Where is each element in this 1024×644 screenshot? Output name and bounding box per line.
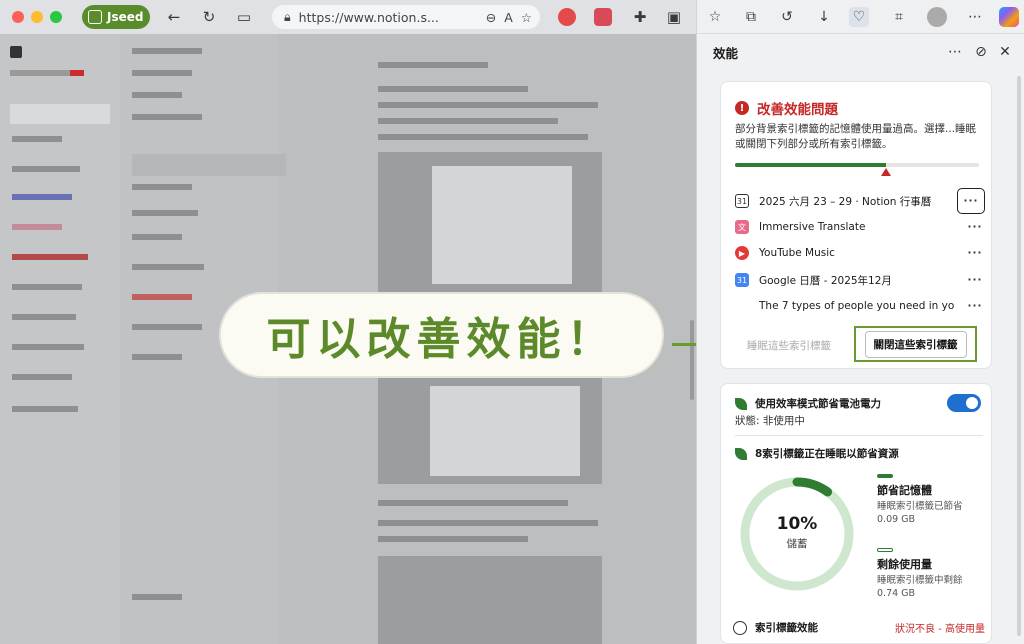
efficiency-toggle[interactable] (947, 394, 981, 412)
close-icon[interactable]: ✕ (995, 42, 1015, 62)
performance-heart-icon[interactable]: ♡ (849, 7, 869, 27)
panel-more-icon[interactable]: ⋯ (945, 42, 965, 62)
tab-performance-title: 索引標籤效能 (755, 622, 818, 634)
tab-item[interactable]: 31 Google 日曆 - 2025年12月 ··· (735, 269, 985, 291)
efficiency-status: 狀態: 非使用中 (735, 415, 805, 427)
panel-toolbar: ☆ ⧉ ↺ ↓ ♡ ⌗ ⋯ (697, 0, 1024, 34)
efficiency-title: 使用效率模式節省電池電力 (755, 398, 881, 410)
remaining-value: 0.74 GB (877, 588, 916, 599)
unpin-icon[interactable]: ⊘ (971, 42, 991, 62)
sleep-tabs-link[interactable]: 睡眠這些索引標籤 (747, 338, 831, 353)
memory-usage-fill (735, 163, 887, 167)
efficiency-header: 使用效率模式節省電池電力 (735, 396, 881, 411)
zoom-icon[interactable]: ⊖ (486, 10, 496, 25)
screenshot-icon[interactable]: ⌗ (889, 7, 909, 27)
read-aloud-icon[interactable]: A (504, 10, 513, 25)
warning-icon: ! (735, 101, 749, 115)
divider (735, 435, 983, 436)
avatar[interactable] (927, 7, 947, 27)
close-tabs-button[interactable]: 關閉這些索引標籤 (864, 330, 967, 358)
memory-usage-bar (735, 163, 979, 167)
sleep-leaf-icon (735, 447, 747, 460)
performance-issue-card: ! 改善效能問題 部分背景索引標籤的記憶體使用量過高。選擇...睡眠或關閉下列部… (720, 81, 992, 369)
calendar-icon: 31 (735, 194, 749, 208)
callout-bubble: 可以改善效能！ (219, 292, 664, 378)
tab-label: 2025 六月 23 – 29 · Notion 行事曆 (759, 195, 932, 208)
efficiency-card: 使用效率模式節省電池電力 狀態: 非使用中 8索引標籤正在睡眠以節省資源 10%… (720, 383, 992, 644)
battery-leaf-icon (735, 397, 747, 410)
remaining-legend: 剩餘使用量 睡眠索引標籤中剩餘 0.74 GB (877, 548, 987, 600)
profile-icon (88, 10, 102, 24)
tab-label: Google 日曆 - 2025年12月 (759, 274, 892, 287)
extension-icon-1[interactable] (558, 8, 576, 26)
savings-donut-chart (740, 477, 854, 591)
youtube-music-icon: ▶ (735, 246, 749, 260)
refresh-icon[interactable]: ↻ (198, 6, 220, 28)
notion-sidebar (0, 34, 120, 644)
tab-more-button[interactable]: ··· (965, 221, 985, 233)
saved-percent: 10% (776, 514, 818, 534)
tab-more-button[interactable]: ··· (965, 274, 985, 286)
url-text: https://www.notion.s... (298, 9, 439, 25)
memory-saved-title: 節省記憶體 (877, 484, 932, 497)
tab-label: Immersive Translate (759, 221, 866, 233)
google-calendar-icon: 31 (735, 273, 749, 287)
saved-swatch (877, 474, 893, 478)
gauge-icon (733, 620, 747, 635)
sleeping-tabs-header: 8索引標籤正在睡眠以節省資源 (735, 446, 899, 461)
minimize-window-button[interactable] (31, 11, 43, 23)
address-bar[interactable]: 🔒︎ https://www.notion.s... ⊖ A ☆ (272, 5, 540, 29)
performance-panel: ☆ ⧉ ↺ ↓ ♡ ⌗ ⋯ 效能 ⋯ ⊘ ✕ ! 改善效能問題 部分背景索引標籤… (696, 0, 1024, 644)
split-screen-icon[interactable]: ▣ (663, 6, 685, 28)
tab-more-button[interactable]: ··· (957, 188, 985, 214)
tab-item[interactable]: 31 2025 六月 23 – 29 · Notion 行事曆 ··· (735, 188, 985, 214)
extension-icon-2[interactable] (594, 8, 612, 26)
tab-item[interactable]: 文 Immersive Translate ··· (735, 216, 985, 238)
callout-text: 可以改善效能！ (266, 314, 617, 365)
sleeping-tabs-title: 8索引標籤正在睡眠以節省資源 (755, 448, 899, 460)
tab-item[interactable]: The 7 types of people you need in yo... … (735, 295, 985, 317)
tabs-icon[interactable]: ▭ (233, 6, 255, 28)
maximize-window-button[interactable] (50, 11, 62, 23)
favorite-star-icon[interactable]: ☆ (521, 10, 532, 25)
remaining-sub: 睡眠索引標籤中剩餘 (877, 575, 963, 586)
tab-label: The 7 types of people you need in yo... (759, 300, 955, 312)
panel-scrollbar[interactable] (1017, 76, 1021, 636)
tab-more-button[interactable]: ··· (965, 300, 985, 312)
saved-label: 儲蓄 (786, 538, 808, 550)
memory-saved-legend: 節省記憶體 睡眠索引標籤已節省 0.09 GB (877, 474, 987, 526)
translate-icon: 文 (735, 220, 749, 234)
donut-track (740, 477, 854, 591)
tab-more-button[interactable]: ··· (965, 247, 985, 259)
memory-threshold-marker (881, 168, 892, 176)
memory-saved-sub: 睡眠索引標籤已節省 (877, 501, 963, 512)
issue-title: 改善效能問題 (757, 102, 838, 118)
close-window-button[interactable] (12, 11, 24, 23)
downloads-icon[interactable]: ↓ (814, 7, 834, 27)
copilot-icon[interactable] (999, 7, 1019, 27)
close-tabs-highlight: 關閉這些索引標籤 (854, 326, 977, 362)
page-scrollbar[interactable] (690, 320, 694, 400)
favorites-icon[interactable]: ☆ (705, 7, 725, 27)
blank-tab-icon (735, 299, 749, 313)
collections-icon[interactable]: ⧉ (741, 7, 761, 27)
tab-performance-row[interactable]: 索引標籤效能 狀況不良 - 高使用量 (733, 620, 985, 635)
lock-icon: 🔒︎ (284, 9, 291, 24)
remaining-title: 剩餘使用量 (877, 558, 932, 571)
tab-performance-status: 狀況不良 - 高使用量 (895, 624, 985, 635)
issue-header: ! 改善效能問題 (735, 98, 838, 118)
remaining-swatch (877, 548, 893, 552)
extensions-puzzle-icon[interactable]: ✚ (629, 6, 651, 28)
history-icon[interactable]: ↺ (777, 7, 797, 27)
tab-label: YouTube Music (759, 247, 835, 259)
back-icon[interactable]: ← (163, 6, 185, 28)
memory-saved-value: 0.09 GB (877, 514, 916, 525)
tab-item[interactable]: ▶ YouTube Music ··· (735, 242, 985, 264)
profile-button[interactable]: Jseed (82, 5, 150, 29)
profile-name: Jseed (107, 10, 144, 24)
issue-description: 部分背景索引標籤的記憶體使用量過高。選擇...睡眠或關閉下列部分或所有索引標籤。 (735, 123, 977, 150)
more-menu-icon[interactable]: ⋯ (965, 7, 985, 27)
